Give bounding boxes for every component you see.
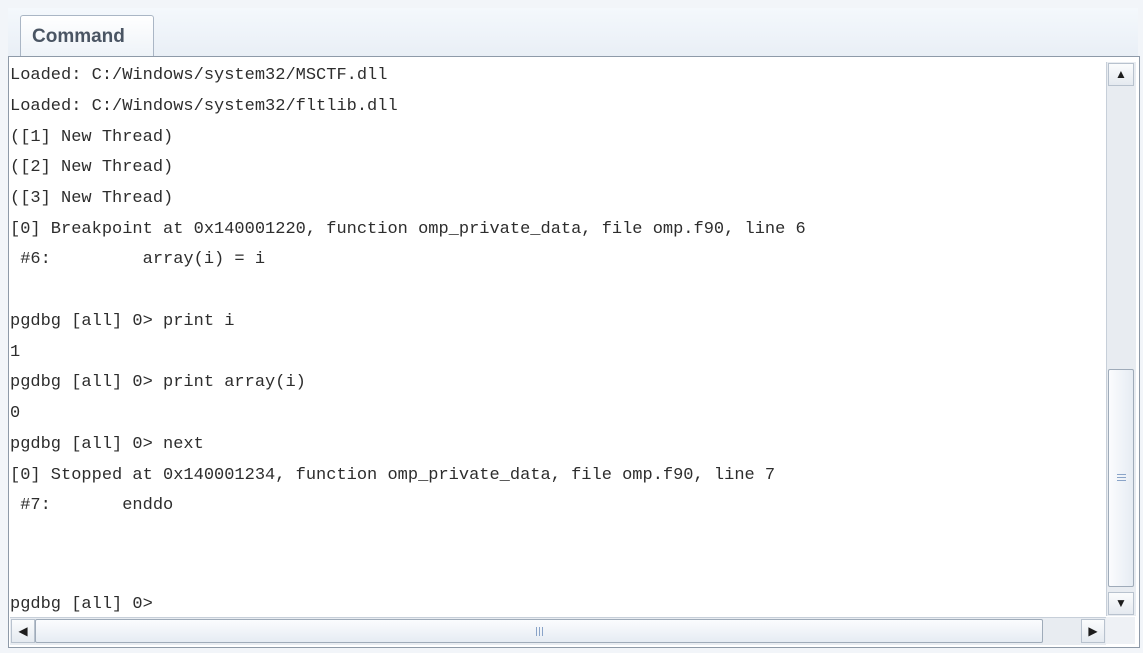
console-line-loaded-msctf: Loaded: C:/Windows/system32/MSCTF.dll (10, 66, 388, 85)
console-line-loaded-fltlib: Loaded: C:/Windows/system32/fltlib.dll (10, 97, 398, 116)
arrow-up-icon[interactable]: ▲ (1108, 63, 1134, 86)
arrow-left-icon[interactable]: ◀ (11, 619, 35, 643)
arrow-right-icon[interactable]: ▶ (1081, 619, 1105, 643)
console-line-thread-2: ([2] New Thread) (10, 158, 174, 177)
console-prompt[interactable]: pgdbg [all] 0> (10, 590, 153, 616)
horizontal-scroll-thumb[interactable] (35, 619, 1043, 643)
vertical-scroll-thumb[interactable] (1108, 369, 1134, 587)
console-line-source-7: #7: enddo (10, 496, 174, 515)
grip-icon (536, 627, 544, 636)
tab-label: Command (32, 26, 125, 47)
console-line-next-command: pgdbg [all] 0> next (10, 435, 204, 454)
console-line-source-6: #6: array(i) = i (10, 250, 266, 269)
console-line-print-array-result: 0 (10, 404, 21, 423)
arrow-down-icon[interactable]: ▼ (1108, 592, 1134, 615)
console-line-thread-1: ([1] New Thread) (10, 128, 174, 147)
tab-strip: Command (8, 8, 1138, 57)
tab-command[interactable]: Command (20, 15, 154, 56)
console-line-print-array-command: pgdbg [all] 0> print array(i) (10, 373, 306, 392)
debugger-window: Command Loaded: C:/Windows/system32/MSCT… (0, 0, 1143, 653)
grip-icon (1117, 474, 1126, 482)
console-line-breakpoint: [0] Breakpoint at 0x140001220, function … (10, 220, 806, 239)
scrollbar-corner (1106, 617, 1135, 644)
console-line-print-i-result: 1 (10, 343, 21, 362)
vertical-scrollbar[interactable]: ▲ ▼ (1106, 62, 1136, 616)
console-line-thread-3: ([3] New Thread) (10, 189, 174, 208)
console-line-stopped: [0] Stopped at 0x140001234, function omp… (10, 466, 776, 485)
command-console[interactable]: Loaded: C:/Windows/system32/MSCTF.dll Lo… (10, 61, 1105, 616)
console-line-print-i-command: pgdbg [all] 0> print i (10, 312, 235, 331)
horizontal-scrollbar[interactable]: ◀ ▶ (10, 617, 1106, 645)
